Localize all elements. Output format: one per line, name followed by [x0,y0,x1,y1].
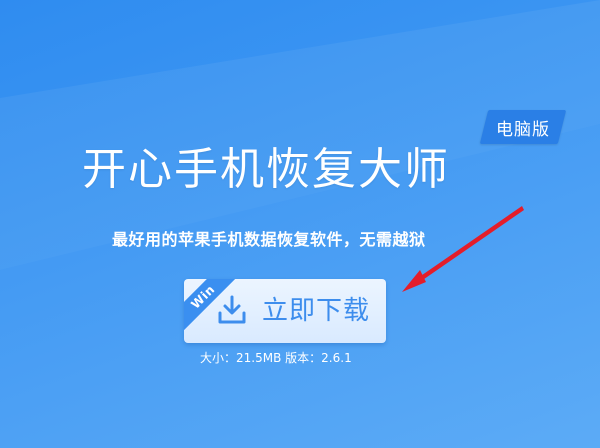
arrow-head [402,270,426,292]
download-info: 大小：21.5MB 版本：2.6.1 [200,350,420,366]
page-title: 开心手机恢复大师 [82,144,450,195]
desktop-version-label: 电脑版 [496,119,550,140]
download-label: 立即下载 [262,296,371,326]
arrow-shaft [412,206,524,286]
size-label: 大小： [200,351,237,365]
size-value: 21.5MB [236,351,282,365]
download-button[interactable]: Win 立即下载 [184,279,386,343]
app-promo-page: 电脑版 开心手机恢复大师 最好用的苹果手机数据恢复软件，无需越狱 Win 立即下… [0,0,600,448]
arrow-icon [402,206,524,292]
download-icon [218,295,246,324]
desktop-version-badge: 电脑版 [484,110,562,144]
version-value: 2.6.1 [321,351,352,365]
version-label: 版本： [285,351,322,365]
